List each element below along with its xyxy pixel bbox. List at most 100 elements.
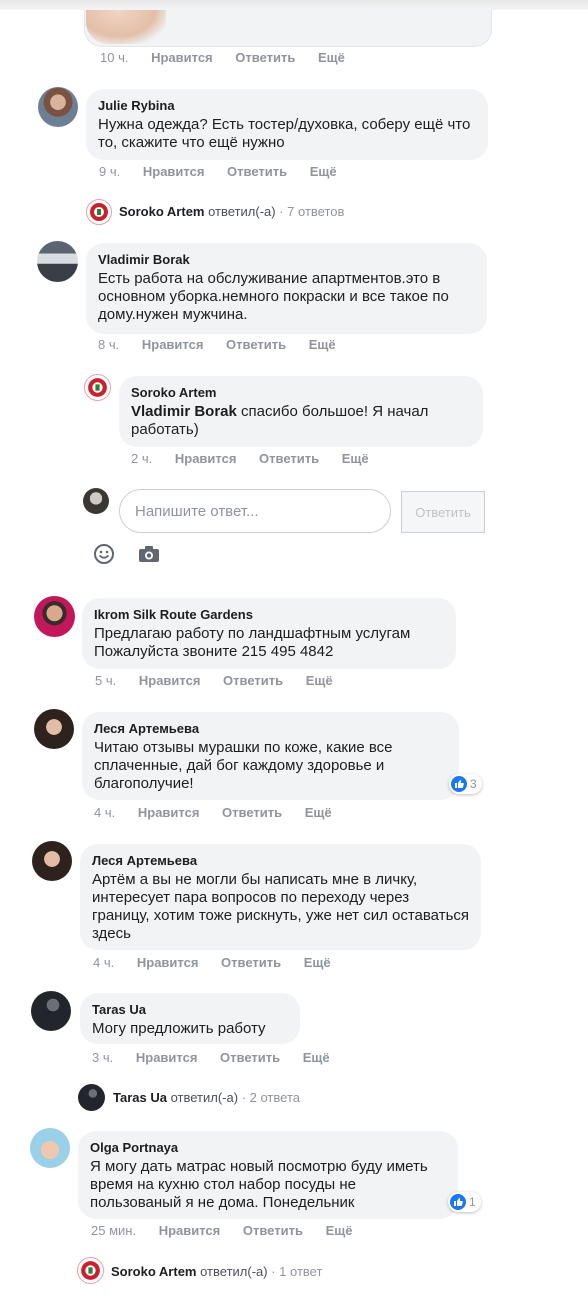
reply-input[interactable] [119,489,391,533]
author-name[interactable]: Julie Rybina [98,97,476,114]
comment-bubble-vladimir: Vladimir Borak Есть работа на обслуживан… [86,243,487,334]
reply-link[interactable]: Ответить [235,50,295,65]
more-link[interactable]: Ещё [305,805,332,820]
comment-actions: 5 ч. Нравится Ответить Ещё [95,673,352,688]
reply-link[interactable]: Ответить [259,451,319,466]
avatar[interactable] [86,199,112,225]
reaction-number: 3 [470,777,477,791]
comment-bubble-ikrom: Ikrom Silk Route Gardens Предлагаю работ… [82,598,456,669]
avatar[interactable] [32,841,72,881]
more-link[interactable]: Ещё [303,1050,330,1065]
avatar[interactable] [78,1084,105,1111]
reply-actions: 2 ч. Нравится Ответить Ещё [131,451,388,466]
reaction-count[interactable]: 1 [448,1192,481,1212]
avatar[interactable] [77,1257,104,1284]
author-name[interactable]: Vladimir Borak [98,251,475,268]
author-name[interactable]: Леся Артемьева [92,852,469,869]
mention-link[interactable]: Vladimir Borak [131,403,237,420]
comment-bubble-lesya-1: Леся Артемьева Читаю отзывы мурашки по к… [82,712,459,800]
comment-text: Могу предложить работу [92,1020,266,1037]
comment-time: 4 ч. [93,955,115,970]
comment-time: 5 ч. [95,673,117,688]
like-link[interactable]: Нравится [159,1223,221,1238]
reply-author: Soroko Artem [119,204,205,219]
comment-bubble-julie: Julie Rybina Нужна одежда? Есть тостер/д… [86,89,488,160]
more-link[interactable]: Ещё [304,955,331,970]
reply-summary-olga[interactable]: Soroko Artem ответил(-а) · 1 ответ [111,1264,322,1279]
reply-verb: ответил(-а) [170,1090,239,1105]
comment-actions: 8 ч. Нравится Ответить Ещё [98,337,355,352]
like-link[interactable]: Нравится [175,451,237,466]
reply-link[interactable]: Ответить [223,673,283,688]
avatar[interactable] [37,241,78,282]
avatar[interactable] [30,1128,70,1168]
like-link[interactable]: Нравится [138,805,200,820]
more-link[interactable]: Ещё [309,337,336,352]
reply-link[interactable]: Ответить [221,955,281,970]
reply-link[interactable]: Ответить [220,1050,280,1065]
avatar[interactable] [38,87,78,127]
comment-actions: 4 ч. Нравится Ответить Ещё [93,955,350,970]
crest-icon [81,1261,100,1280]
like-link[interactable]: Нравится [136,1050,198,1065]
avatar[interactable] [84,374,111,401]
reply-link[interactable]: Ответить [226,337,286,352]
comment-text: Артём а вы не могли бы написать мне в ли… [92,871,470,942]
crest-icon [88,378,107,397]
reply-count: 7 ответов [287,204,345,219]
avatar[interactable] [34,596,75,637]
author-name[interactable]: Olga Portnaya [90,1139,446,1156]
more-link[interactable]: Ещё [318,50,345,65]
comment-time: 9 ч. [99,164,121,179]
like-link[interactable]: Нравится [151,50,213,65]
reply-count: 2 ответа [249,1090,300,1105]
reply-verb: ответил(-а) [208,204,276,219]
author-name[interactable]: Taras Ua [92,1001,288,1018]
reply-separator: · [275,204,288,219]
like-icon [451,776,467,792]
comment-actions: 4 ч. Нравится Ответить Ещё [94,805,351,820]
top-edge [0,0,588,10]
more-link[interactable]: Ещё [326,1223,353,1238]
avatar[interactable] [34,709,74,749]
crest-icon [90,203,108,221]
avatar[interactable] [31,991,71,1031]
smiley-icon[interactable] [93,543,115,570]
author-name[interactable]: Леся Артемьева [94,720,447,737]
comment-actions: 3 ч. Нравится Ответить Ещё [92,1050,349,1065]
comment-bubble-olga: Olga Portnaya Я могу дать матрас новый п… [78,1131,458,1219]
current-user-avatar [83,488,109,514]
author-name[interactable]: Soroko Artem [131,384,471,401]
previous-comment-image [86,10,166,44]
reply-link[interactable]: Ответить [227,164,287,179]
previous-comment-actions: 10 ч. Нравится Ответить Ещё [100,50,364,65]
like-icon [450,1194,466,1210]
reply-link[interactable]: Ответить [222,805,282,820]
comment-time: 10 ч. [100,50,129,65]
comment-bubble-lesya-2: Леся Артемьева Артём а вы не могли бы на… [80,844,481,950]
comment-time: 3 ч. [92,1050,114,1065]
reply-summary-julie[interactable]: Soroko Artem ответил(-а) · 7 ответов [119,204,344,219]
more-link[interactable]: Ещё [342,451,369,466]
comment-time: 4 ч. [94,805,116,820]
comment-time: 2 ч. [131,451,153,466]
like-link[interactable]: Нравится [142,337,204,352]
reaction-count[interactable]: 3 [449,774,482,794]
reply-summary-taras[interactable]: Taras Ua ответил(-а) · 2 ответа [113,1090,300,1105]
reply-verb: ответил(-а) [200,1264,268,1279]
reply-submit-button[interactable]: Ответить [401,491,485,533]
like-link[interactable]: Нравится [143,164,205,179]
reply-bubble-soroko: Soroko Artem Vladimir Borak спасибо боль… [119,376,483,447]
reply-link[interactable]: Ответить [243,1223,303,1238]
reply-separator: · [267,1264,280,1279]
comment-text: Предлагаю работу по ландшафтным услугам … [94,625,411,660]
camera-icon[interactable] [138,545,160,568]
comment-time: 8 ч. [98,337,120,352]
like-link[interactable]: Нравится [137,955,199,970]
reply-author: Taras Ua [113,1090,167,1105]
more-link[interactable]: Ещё [306,673,333,688]
comment-text: Нужна одежда? Есть тостер/духовка, собер… [98,116,471,151]
author-name[interactable]: Ikrom Silk Route Gardens [94,606,444,623]
like-link[interactable]: Нравится [139,673,201,688]
more-link[interactable]: Ещё [310,164,337,179]
